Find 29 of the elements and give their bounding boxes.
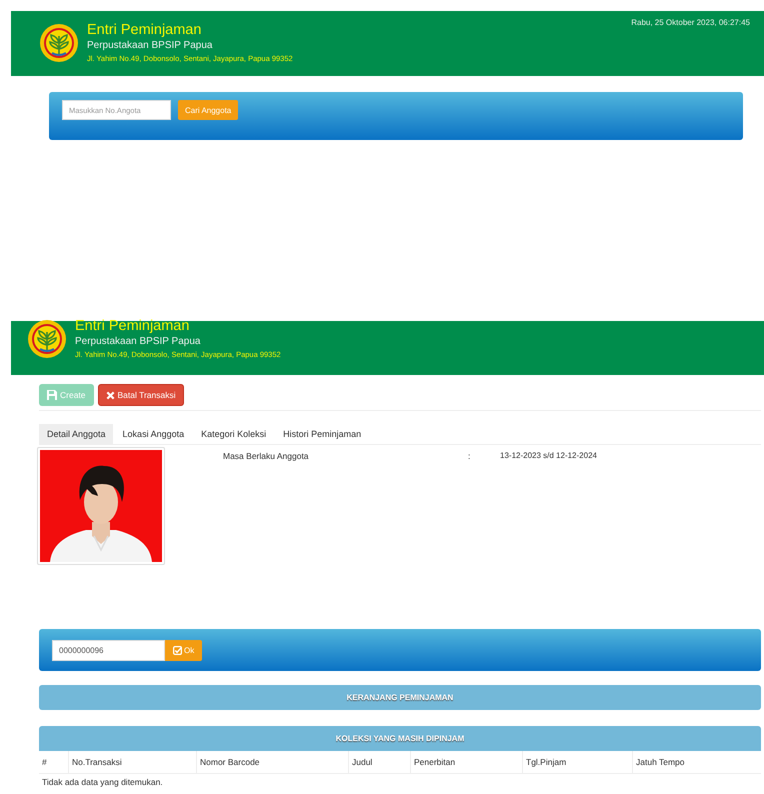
column-header: No.Transaksi	[69, 751, 197, 773]
page-title: Entri Peminjaman	[75, 317, 190, 335]
close-icon	[106, 390, 115, 400]
emblem-logo	[27, 319, 67, 359]
column-header: Judul	[349, 751, 411, 773]
barcode-field[interactable]: 0000000096	[52, 640, 165, 660]
date-time: Rabu, 25 Oktober 2023, 06:27:45	[631, 18, 750, 27]
empty-message: Tidak ada data yang ditemukan.	[42, 777, 163, 787]
tab[interactable]: Kategori Koleksi	[193, 424, 274, 444]
field-value: 13-12-2023 s/d 12-12-2024	[500, 451, 597, 461]
column-header: Tgl.Pinjam	[523, 751, 633, 773]
column-header: Jatuh Tempo	[635, 756, 686, 769]
column-header: Nomor Barcode	[197, 751, 349, 773]
tab[interactable]: Histori Peminjaman	[275, 424, 368, 444]
save-icon	[47, 390, 57, 400]
column-header: #	[39, 751, 69, 773]
check-icon	[173, 646, 182, 654]
library-name: Perpustakaan BPSIP Papua	[87, 39, 214, 53]
field-label: Masa Berlaku Anggota	[223, 451, 310, 461]
page-title: Entri Peminjaman	[87, 21, 202, 39]
tab[interactable]: Detail Anggota	[39, 424, 113, 444]
tab[interactable]: Lokasi Anggota	[114, 424, 192, 444]
column-header: Penerbitan	[411, 751, 523, 773]
library-name: Perpustakaan BPSIP Papua	[75, 335, 202, 349]
emblem-logo	[39, 23, 79, 63]
section-header: KERANJANG PEMINJAMAN	[39, 685, 761, 710]
section-header: KOLEKSI YANG MASIH DIPINJAM	[39, 726, 761, 751]
cancel-button[interactable]: Batal Transaksi	[98, 384, 184, 406]
separator-colon: :	[468, 451, 472, 461]
